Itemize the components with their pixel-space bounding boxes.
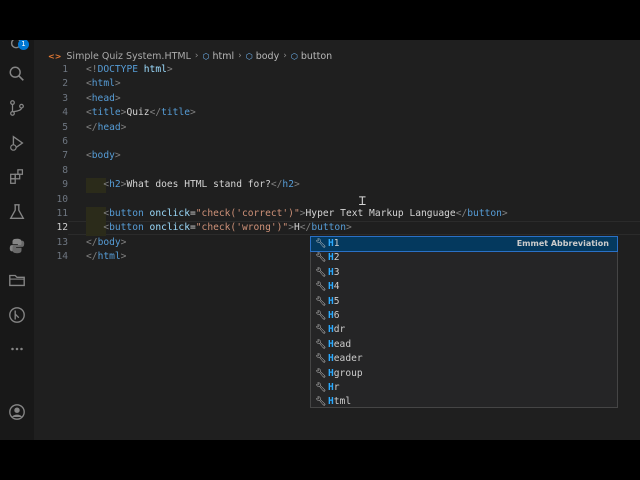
line-number-active: 12 xyxy=(56,222,68,234)
code-line-7: <body> xyxy=(86,150,121,162)
line-number: 1 xyxy=(62,64,68,75)
line-number: 11 xyxy=(56,208,68,219)
more-icon[interactable] xyxy=(6,338,28,360)
search-icon[interactable] xyxy=(6,63,28,85)
breadcrumb-body[interactable]: body xyxy=(256,51,280,62)
code-line-13: </body> xyxy=(86,236,127,248)
testing-icon[interactable] xyxy=(6,201,28,223)
wrench-icon: 🔧︎ xyxy=(315,354,327,365)
line-number: 8 xyxy=(62,164,68,176)
breadcrumb-button[interactable]: button xyxy=(301,51,332,62)
code-line-2: <html> xyxy=(86,78,121,90)
suggestion-item[interactable]: 🔧︎ Hdr xyxy=(311,323,617,337)
suggestion-item[interactable]: 🔧︎ Header xyxy=(311,352,617,366)
line-number: 10 xyxy=(56,193,68,205)
wrench-icon: 🔧︎ xyxy=(315,383,327,393)
suggestion-widget[interactable]: 🔧︎ H1 Emmet Abbreviation 🔧︎ H2 🔧︎ H3 🔧︎ H4 … xyxy=(310,235,618,409)
chevron-right-icon: › xyxy=(238,51,242,61)
editor-pane[interactable]: <> Simple Quiz System.HTML › ⬡ html › ⬡ … xyxy=(34,40,640,440)
line-number: 5 xyxy=(62,121,68,133)
line-number: 7 xyxy=(62,150,68,162)
wrench-icon: 🔧︎ xyxy=(315,397,327,408)
code-line-5: </head> xyxy=(86,121,127,133)
code-line-11: <button onclick="check('correct')">Hyper… xyxy=(103,208,508,219)
code-line-3: <head> xyxy=(86,92,121,104)
suggestion-item[interactable]: 🔧︎ Html xyxy=(311,395,617,409)
suggestion-item[interactable]: 🔧︎ H3 xyxy=(311,266,617,280)
wrench-icon: 🔧︎ xyxy=(315,267,327,278)
suggestion-item[interactable]: 🔧︎ H5 xyxy=(311,295,617,309)
activity-bar: 1 xyxy=(0,40,34,440)
element-icon: ⬡ xyxy=(245,51,253,61)
wrench-icon: 🔧︎ xyxy=(315,368,327,379)
code-line-9: <h2>What does HTML stand for?</h2> xyxy=(103,179,300,191)
code-line-4: <title>Quiz</title> xyxy=(86,107,196,119)
python-icon[interactable] xyxy=(6,235,28,257)
code-line-1: <!DOCTYPE html> xyxy=(86,64,173,75)
suggestion-item[interactable]: 🔧︎ Hr xyxy=(311,381,617,395)
extensions-icon[interactable] xyxy=(6,166,28,188)
chevron-right-icon: › xyxy=(283,51,287,61)
suggestion-item[interactable]: 🔧︎ H4 xyxy=(311,280,617,294)
line-number: 4 xyxy=(62,107,68,119)
line-number: 9 xyxy=(62,179,68,191)
wrench-icon: 🔧︎ xyxy=(315,253,327,264)
code-line-12: <button onclick="check('wrong')">H</butt… xyxy=(103,222,352,234)
line-number: 6 xyxy=(62,136,68,147)
wrench-icon: 🔧︎ xyxy=(315,282,327,293)
git-graph-icon[interactable] xyxy=(6,304,28,326)
code-line-14: </html> xyxy=(86,251,127,263)
line-number: 13 xyxy=(56,236,68,248)
chevron-right-icon: › xyxy=(194,51,199,61)
wrench-icon: 🔧︎ xyxy=(315,239,327,249)
line-number: 3 xyxy=(62,92,68,104)
suggestion-item[interactable]: 🔧︎ H2 xyxy=(311,251,617,265)
suggestion-item[interactable]: 🔧︎ Hgroup xyxy=(311,367,617,381)
breadcrumb: <> Simple Quiz System.HTML › ⬡ html › ⬡ … xyxy=(48,48,332,64)
suggestion-item[interactable]: 🔧︎ H6 xyxy=(311,309,617,323)
i-beam-cursor-icon: Ɪ xyxy=(359,194,366,208)
source-control-icon[interactable] xyxy=(6,97,28,119)
accounts-icon[interactable]: 1 xyxy=(6,40,29,56)
suggestion-item-selected[interactable]: 🔧︎ H1 Emmet Abbreviation xyxy=(310,235,618,253)
suggestion-detail: Emmet Abbreviation xyxy=(516,239,609,248)
account-icon[interactable] xyxy=(6,401,28,423)
element-icon: ⬡ xyxy=(202,51,210,61)
wrench-icon: 🔧︎ xyxy=(315,339,327,350)
breadcrumb-html[interactable]: html xyxy=(212,51,234,62)
suggestion-item[interactable]: 🔧︎ Head xyxy=(311,338,617,352)
line-number: 2 xyxy=(62,78,68,90)
breadcrumb-file[interactable]: Simple Quiz System.HTML xyxy=(66,51,190,62)
element-icon: ⬡ xyxy=(290,51,298,61)
wrench-icon: 🔧︎ xyxy=(315,325,327,336)
folder-icon[interactable] xyxy=(6,269,28,291)
run-debug-icon[interactable] xyxy=(6,132,28,154)
wrench-icon: 🔧︎ xyxy=(315,311,327,321)
vscode-window: 1 <> Simple Quiz System.HTML › ⬡ html › … xyxy=(0,40,640,440)
notification-badge: 1 xyxy=(18,40,29,50)
wrench-icon: 🔧︎ xyxy=(315,296,327,307)
html-file-icon: <> xyxy=(48,51,62,61)
line-number: 14 xyxy=(56,251,68,263)
